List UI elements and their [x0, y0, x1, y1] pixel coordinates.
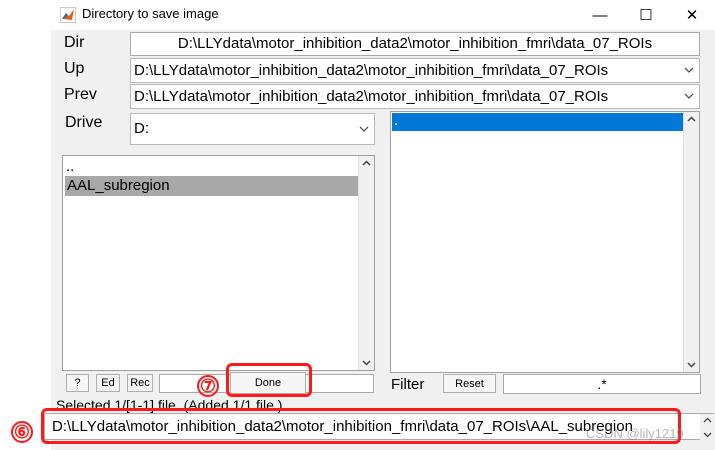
watermark: CSDN @lily1219 [586, 426, 684, 441]
chevron-down-icon [684, 67, 694, 73]
dir-field[interactable]: D:\LLYdata\motor_inhibition_data2\motor_… [130, 32, 700, 56]
chevron-down-icon [684, 93, 694, 99]
file-listbox[interactable]: . [390, 111, 700, 373]
done-highlight-box [226, 363, 312, 397]
filter-field[interactable]: .* [503, 374, 701, 394]
minimize-button[interactable]: — [577, 0, 623, 30]
help-button[interactable]: ? [66, 374, 89, 392]
scroll-down-arrow-icon[interactable] [362, 358, 371, 367]
step-7-marker: ⑦ [197, 375, 219, 397]
matlab-app-icon [59, 6, 77, 24]
window-title: Directory to save image [82, 6, 219, 21]
list-item-selected[interactable]: AAL_subregion [65, 176, 360, 196]
list-item[interactable]: .. [66, 158, 74, 176]
vertical-scrollbar[interactable] [358, 156, 374, 370]
up-dropdown[interactable]: D:\LLYdata\motor_inhibition_data2\motor_… [130, 58, 700, 83]
step-6-marker: ⑥ [11, 421, 33, 443]
list-item-selected[interactable]: . [392, 113, 686, 131]
scroll-up-arrow-icon[interactable] [687, 115, 696, 124]
scroll-up-arrow-icon[interactable] [703, 417, 712, 424]
drive-label: Drive [65, 114, 103, 131]
drive-dropdown[interactable]: D: [130, 113, 375, 145]
scroll-down-arrow-icon[interactable] [703, 431, 712, 438]
up-dropdown-value: D:\LLYdata\motor_inhibition_data2\motor_… [134, 62, 609, 79]
path-highlight-box [41, 408, 681, 444]
prev-dropdown[interactable]: D:\LLYdata\motor_inhibition_data2\motor_… [130, 84, 700, 109]
edit-button[interactable]: Ed [96, 374, 120, 392]
rec-button[interactable]: Rec [127, 374, 153, 392]
reset-button[interactable]: Reset [443, 374, 496, 393]
up-label: Up [64, 60, 85, 77]
scroll-up-arrow-icon[interactable] [362, 159, 371, 168]
path-scrollbar[interactable] [700, 414, 715, 441]
directory-listbox[interactable]: .. AAL_subregion [62, 155, 375, 371]
prev-label: Prev [64, 86, 97, 103]
chevron-down-icon [359, 126, 369, 132]
maximize-button[interactable]: ☐ [623, 0, 669, 30]
dir-label: Dir [64, 34, 85, 51]
vertical-scrollbar[interactable] [683, 112, 699, 372]
scroll-down-arrow-icon[interactable] [687, 360, 696, 369]
close-button[interactable]: ✕ [669, 0, 715, 30]
drive-dropdown-value: D: [134, 120, 149, 137]
prev-dropdown-value: D:\LLYdata\motor_inhibition_data2\motor_… [134, 88, 609, 105]
filter-label: Filter [391, 376, 425, 393]
